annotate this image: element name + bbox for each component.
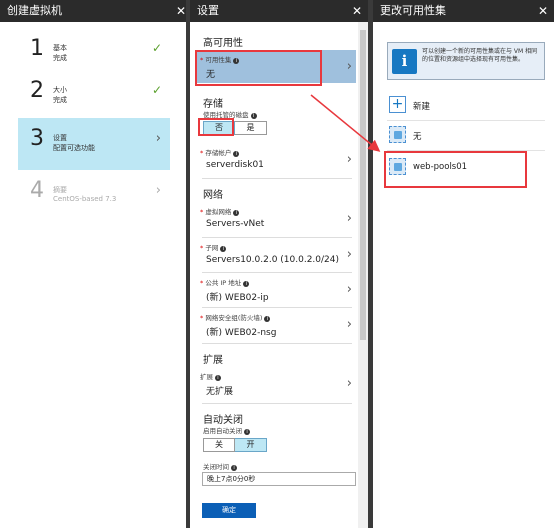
create-new-label: 新建 bbox=[413, 102, 431, 112]
storage-account-value: serverdisk01 bbox=[206, 160, 264, 170]
step-summary[interactable]: 4 摘要 CentOS-based 7.3 › bbox=[18, 170, 170, 222]
scrollbar-thumb[interactable] bbox=[360, 30, 366, 340]
step-title: 大小 bbox=[53, 86, 67, 94]
info-icon: i bbox=[244, 429, 251, 435]
extensions-value: 无扩展 bbox=[206, 387, 234, 397]
step-number: 2 bbox=[30, 78, 44, 103]
info-banner: i 可以创建一个新的可用性集或在与 VM 相同的位置和资源组中选择现有可用性集。 bbox=[387, 42, 545, 80]
nsg-value: (新) WEB02-nsg bbox=[206, 328, 277, 338]
step-title: 设置 bbox=[53, 134, 67, 142]
availability-set-icon bbox=[389, 126, 406, 143]
info-banner-text: 可以创建一个新的可用性集或在与 VM 相同的位置和资源组中选择现有可用性集。 bbox=[422, 48, 538, 63]
highlight-managed-disk-no bbox=[198, 118, 234, 136]
shutdown-time-input[interactable]: 晚上7点0分0秒 bbox=[202, 472, 356, 486]
chevron-right-icon: › bbox=[155, 183, 161, 198]
create-vm-title: 创建虚拟机 bbox=[7, 4, 62, 17]
create-new-option[interactable]: + 新建 bbox=[389, 94, 547, 116]
close-icon[interactable]: ✕ bbox=[538, 0, 548, 22]
section-network: 网络 bbox=[203, 190, 223, 201]
storage-account-field[interactable]: * 存储帐户 i serverdisk01 › bbox=[196, 143, 356, 176]
managed-disk-yes[interactable]: 是 bbox=[235, 121, 267, 135]
chevron-right-icon: › bbox=[346, 211, 352, 226]
info-icon: i bbox=[250, 113, 257, 119]
subnet-value: Servers10.0.2.0 (10.0.2.0/24) bbox=[206, 255, 339, 265]
vnet-value: Servers-vNet bbox=[206, 219, 265, 229]
info-icon: i bbox=[231, 465, 238, 471]
info-icon: i bbox=[215, 375, 221, 381]
change-availability-set-blade: 更改可用性集 ✕ i 可以创建一个新的可用性集或在与 VM 相同的位置和资源组中… bbox=[373, 0, 554, 528]
chevron-right-icon: › bbox=[155, 131, 161, 146]
nsg-label: 网络安全组(防火墙) bbox=[205, 314, 263, 322]
step-title: 摘要 bbox=[53, 186, 67, 194]
chevron-right-icon: › bbox=[346, 317, 352, 332]
auto-shutdown-off[interactable]: 关 bbox=[203, 438, 235, 452]
public-ip-label: 公共 IP 地址 bbox=[205, 279, 242, 287]
step-status: CentOS-based 7.3 bbox=[53, 195, 117, 203]
vnet-field[interactable]: * 虚拟网络 i Servers-vNet › bbox=[196, 202, 356, 235]
divider bbox=[202, 343, 352, 344]
step-status: 完成 bbox=[53, 54, 67, 62]
none-option[interactable]: 无 bbox=[389, 124, 547, 146]
auto-shutdown-toggle: 关 开 bbox=[203, 438, 267, 452]
section-storage: 存储 bbox=[203, 99, 223, 110]
info-icon: i bbox=[392, 49, 417, 74]
step-status: 配置可选功能 bbox=[53, 144, 95, 152]
create-vm-blade: 创建虚拟机 ✕ 1 基本 完成 ✓ 2 大小 完成 ✓ 3 设置 配置可选功能 … bbox=[0, 0, 192, 528]
chevron-right-icon: › bbox=[346, 59, 352, 74]
info-icon: i bbox=[233, 151, 240, 157]
subnet-field[interactable]: * 子网 i Servers10.0.2.0 (10.0.2.0/24) › bbox=[196, 238, 356, 271]
checkmark-icon: ✓ bbox=[151, 83, 162, 97]
scrollbar[interactable] bbox=[358, 22, 368, 528]
extensions-field[interactable]: 扩展 i 无扩展 › bbox=[196, 367, 356, 400]
nsg-field[interactable]: * 网络安全组(防火墙) i (新) WEB02-nsg › bbox=[196, 308, 356, 341]
info-icon: i bbox=[220, 246, 227, 252]
step-settings[interactable]: 3 设置 配置可选功能 › bbox=[18, 118, 170, 170]
step-number: 1 bbox=[30, 36, 44, 61]
info-icon: i bbox=[243, 281, 250, 287]
section-auto-shutdown: 自动关闭 bbox=[203, 415, 243, 426]
vnet-label: 虚拟网络 bbox=[205, 208, 232, 216]
divider bbox=[202, 178, 352, 179]
divider bbox=[202, 403, 352, 404]
highlight-availability-set bbox=[195, 50, 322, 86]
info-icon: i bbox=[233, 210, 240, 216]
step-title: 基本 bbox=[53, 44, 67, 52]
close-icon[interactable]: ✕ bbox=[176, 0, 186, 22]
section-extensions: 扩展 bbox=[203, 355, 223, 366]
change-availability-set-title: 更改可用性集 bbox=[380, 4, 446, 17]
highlight-web-pools01 bbox=[384, 151, 527, 188]
divider bbox=[387, 120, 545, 121]
close-icon[interactable]: ✕ bbox=[352, 0, 362, 22]
checkmark-icon: ✓ bbox=[151, 41, 162, 55]
ok-button[interactable]: 确定 bbox=[202, 503, 256, 518]
subnet-label: 子网 bbox=[205, 244, 219, 252]
shutdown-time-label: 关闭时间 bbox=[203, 463, 229, 471]
step-size[interactable]: 2 大小 完成 ✓ bbox=[18, 70, 170, 122]
chevron-right-icon: › bbox=[346, 152, 352, 167]
public-ip-field[interactable]: * 公共 IP 地址 i (新) WEB02-ip › bbox=[196, 273, 356, 306]
auto-shutdown-label: 启用自动关闭 bbox=[203, 427, 242, 435]
section-high-availability: 高可用性 bbox=[203, 38, 243, 49]
settings-title: 设置 bbox=[197, 4, 219, 17]
extensions-label: 扩展 bbox=[200, 373, 213, 381]
info-icon: i bbox=[264, 316, 271, 322]
plus-icon: + bbox=[389, 96, 406, 113]
none-label: 无 bbox=[413, 132, 422, 142]
public-ip-value: (新) WEB02-ip bbox=[206, 293, 269, 303]
storage-account-label: 存储帐户 bbox=[205, 149, 232, 157]
chevron-right-icon: › bbox=[346, 247, 352, 262]
chevron-right-icon: › bbox=[346, 376, 352, 391]
chevron-right-icon: › bbox=[346, 282, 352, 297]
step-number: 4 bbox=[30, 178, 44, 203]
step-status: 完成 bbox=[53, 96, 67, 104]
change-availability-set-header: 更改可用性集 ✕ bbox=[373, 0, 554, 22]
step-number: 3 bbox=[30, 126, 44, 151]
settings-header: 设置 ✕ bbox=[190, 0, 368, 22]
create-vm-header: 创建虚拟机 ✕ bbox=[0, 0, 192, 22]
auto-shutdown-on[interactable]: 开 bbox=[235, 438, 267, 452]
